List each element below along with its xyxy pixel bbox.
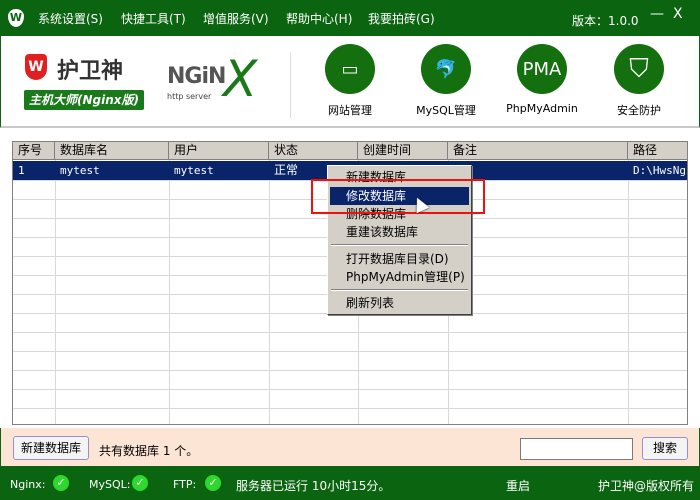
security-button[interactable]: ⛉ 安全防护 [594,44,684,118]
menu-quick-tools[interactable]: 快捷工具(T) [121,10,186,27]
website-manage-button[interactable]: ▭ 网站管理 [305,44,395,118]
menu-item-refresh[interactable]: 刷新列表 [330,294,469,312]
check-icon: ✓ [205,475,221,491]
bottom-panel: 新建数据库 共有数据库 1 个。 搜索 [0,428,700,466]
header: W 护卫神 主机大师(Nginx版) NGiN X http server ▭ 网… [0,36,700,128]
db-count-label: 共有数据库 1 个。 [99,444,199,458]
mysql-status-label: MySQL: [89,478,131,491]
column-header-db-name[interactable]: 数据库名 [55,142,169,160]
check-icon: ✓ [53,475,69,491]
tool-label: 安全防护 [617,104,661,117]
monitor-icon: ▭ [325,44,375,94]
uptime-label: 服务器已运行 10小时15分。 [236,479,391,493]
phpmyadmin-button[interactable]: PMA PhpMyAdmin [497,44,587,115]
highlight-box [311,179,485,214]
shield-icon: ⛉ [614,44,664,94]
restart-button[interactable]: 重启 [506,477,530,494]
tool-label: PhpMyAdmin [506,102,578,115]
menu-item-open-dir[interactable]: 打开数据库目录(D) [330,250,469,268]
minimize-button[interactable]: — [650,6,664,22]
menu-separator [331,289,468,291]
brand-name: 护卫神 [57,59,124,84]
tool-label: MySQL管理 [416,104,476,117]
grid-line [13,389,687,390]
grid-line [13,408,687,409]
close-button[interactable]: X [673,6,683,22]
search-button[interactable]: 搜索 [642,437,688,460]
app-logo-icon: W [8,9,24,27]
title-bar: W 系统设置(S) 快捷工具(T) 增值服务(V) 帮助中心(H) 我要拍砖(G… [0,0,700,36]
brand-subtitle: 主机大师(Nginx版) [24,90,144,110]
dolphin-icon: 🐬 [421,44,471,94]
nginx-logo: NGiN [167,64,226,89]
mysql-manage-button[interactable]: 🐬 MySQL管理 [401,44,491,118]
menu-item-rebuild-db[interactable]: 重建该数据库 [330,223,469,241]
menu-feedback[interactable]: 我要拍砖(G) [368,10,435,27]
column-header-index[interactable]: 序号 [13,142,55,160]
ftp-status-label: FTP: [173,478,197,491]
search-input[interactable] [520,438,633,460]
menu-help-center[interactable]: 帮助中心(H) [286,10,352,27]
version-label: 版本：1.0.0 [572,14,639,28]
tool-label: 网站管理 [328,104,372,117]
copyright-label: 护卫神@版权所有 [598,479,695,493]
cell-index: 1 [18,164,25,177]
column-header-created[interactable]: 创建时间 [358,142,448,160]
menu-system-settings[interactable]: 系统设置(S) [38,10,103,27]
grid-line [13,332,687,333]
nginx-subtitle: http server [167,92,212,101]
cell-path: D:\HwsNginx [633,164,687,177]
column-header-status[interactable]: 状态 [269,142,358,160]
menu-value-added[interactable]: 增值服务(V) [203,10,269,27]
status-bar: Nginx: ✓ MySQL: ✓ FTP: ✓ 服务器已运行 10小时15分。… [0,466,700,500]
column-header-note[interactable]: 备注 [448,142,628,160]
cell-db-name: mytest [60,164,100,177]
header-divider [290,52,291,118]
nginx-x-logo: X [223,50,258,108]
grid-line [13,370,687,371]
column-header-path[interactable]: 路径 [628,142,687,160]
new-db-button[interactable]: 新建数据库 [13,436,89,460]
cell-user: mytest [174,164,214,177]
nginx-status-label: Nginx: [10,478,46,491]
pma-icon: PMA [517,44,567,94]
menu-item-phpmyadmin[interactable]: PhpMyAdmin管理(P) [330,268,469,286]
check-icon: ✓ [132,475,148,491]
brand-shield-icon: W [25,54,47,80]
menu-separator [331,244,468,246]
column-header-user[interactable]: 用户 [169,142,269,160]
grid-line [13,351,687,352]
